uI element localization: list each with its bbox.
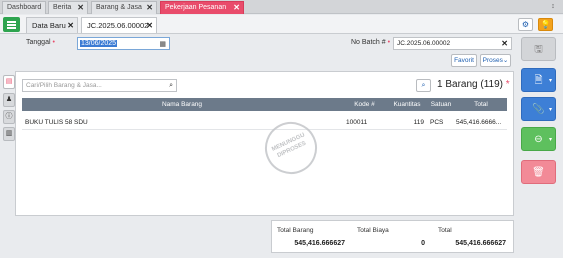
top-tab-bar: Dashboard Berita ✕ Barang & Jasa ✕ Pekerja…: [0, 0, 563, 14]
gear-icon: ⚙: [521, 20, 530, 29]
lightbulb-icon: 💡: [540, 20, 551, 29]
item-count: 1 Barang (119) *: [437, 79, 510, 90]
tab-label: Data Baru: [32, 21, 66, 30]
item-search-button[interactable]: ⌕: [416, 79, 431, 92]
cell-satuan: PCS: [430, 119, 444, 126]
date-value: 13/06/2025: [80, 40, 118, 47]
total-value: 545,416.666627: [455, 240, 506, 247]
total-biaya-label: Total Biaya: [357, 227, 389, 234]
more-icon: ⊖: [534, 134, 543, 145]
document-icon: ▤: [5, 78, 13, 85]
tanggal-label: Tanggal •: [26, 39, 55, 46]
close-icon[interactable]: ✕: [146, 18, 153, 33]
info-icon: ⓘ: [5, 113, 13, 120]
save-icon: 🖫: [534, 44, 543, 55]
total-label: Total: [438, 227, 452, 234]
document-icon: 🗎: [534, 75, 543, 86]
tab-item-personnel[interactable]: ♟: [3, 93, 15, 107]
table-row[interactable]: BUKU TULIS 58 SDU 100011 119 PCS 545,416…: [22, 116, 507, 130]
proses-label: Proses: [482, 57, 503, 64]
column-header-total[interactable]: Total: [455, 98, 507, 111]
tab-label: Dashboard: [7, 4, 42, 11]
menu-button[interactable]: [3, 17, 20, 32]
chevron-down-icon: ⌄: [502, 57, 509, 64]
cell-total: 545,416.6666...: [456, 119, 502, 126]
total-barang-label: Total Barang: [277, 227, 314, 234]
column-header-kuantitas[interactable]: Kuantitas: [387, 98, 427, 111]
column-header-kode[interactable]: Kode #: [342, 98, 387, 111]
column-header-nama[interactable]: Nama Barang: [22, 98, 342, 111]
search-icon: ⌕: [421, 82, 426, 89]
tab-pekerjaan-pesanan[interactable]: Pekerjaan Pesanan ✕: [160, 1, 244, 14]
trash-icon: 🗑: [532, 167, 545, 178]
chevron-down-icon: ▾: [548, 78, 552, 84]
batch-label: No Batch # •: [351, 39, 391, 46]
table-header: Nama Barang Kode # Kuantitas Satuan Tota…: [22, 98, 507, 111]
document-tab-bar: Data Baru ✕ JC.2025.06.00002 ✕ ⚙ 💡: [0, 15, 563, 34]
tab-label: Barang & Jasa: [96, 4, 142, 11]
tab-label: Berita: [53, 4, 72, 11]
item-search-input[interactable]: Cari/Pilih Barang & Jasa... ⌕: [22, 79, 177, 92]
close-icon[interactable]: ✕: [67, 18, 74, 33]
cell-kode: 100011: [346, 119, 368, 126]
search-icon[interactable]: ⌕: [169, 80, 173, 91]
clear-icon[interactable]: ✕: [501, 38, 508, 49]
document-menu-button[interactable]: 🗎 ▾: [521, 68, 556, 92]
tab-berita[interactable]: Berita ✕: [48, 1, 88, 14]
tab-dashboard[interactable]: Dashboard: [2, 1, 46, 14]
more-actions-button[interactable]: ⊖ ▾: [521, 127, 556, 151]
calendar-icon[interactable]: ▦: [159, 39, 166, 50]
delete-button[interactable]: 🗑: [521, 160, 556, 184]
cell-qty: 119: [413, 119, 424, 126]
close-icon[interactable]: ✕: [146, 2, 153, 14]
close-icon[interactable]: ✕: [233, 2, 240, 14]
totals-panel: Total Barang 545,416.666627 Total Biaya …: [271, 220, 514, 253]
tab-scroll-icon[interactable]: ↕: [547, 2, 559, 12]
paperclip-icon: 📎: [532, 104, 545, 115]
close-icon[interactable]: ✕: [77, 2, 84, 14]
settings-button[interactable]: ⚙: [518, 18, 533, 31]
batch-number-field[interactable]: JC.2025.06.00002 ✕: [393, 37, 512, 50]
tab-item-notes[interactable]: ▥: [3, 127, 15, 141]
column-header-satuan[interactable]: Satuan: [427, 98, 455, 111]
attachment-button[interactable]: 📎 ▾: [521, 97, 556, 121]
tab-data-baru[interactable]: Data Baru ✕: [26, 17, 78, 33]
chevron-down-icon: ▾: [548, 107, 552, 113]
favorit-button[interactable]: Favorit: [451, 54, 477, 67]
batch-value: JC.2025.06.00002: [397, 40, 451, 47]
save-button[interactable]: 🖫: [521, 37, 556, 61]
date-field[interactable]: 13/06/2025 ▦: [77, 37, 170, 50]
tab-label: JC.2025.06.00002: [87, 21, 149, 30]
total-biaya-value: 0: [421, 240, 425, 247]
total-barang-value: 545,416.666627: [294, 240, 345, 247]
tab-item-info[interactable]: ⓘ: [3, 110, 15, 124]
tab-barang-jasa[interactable]: Barang & Jasa ✕: [91, 1, 157, 14]
cell-nama: BUKU TULIS 58 SDU: [25, 119, 88, 126]
search-placeholder: Cari/Pilih Barang & Jasa...: [26, 82, 102, 89]
tab-job-order[interactable]: JC.2025.06.00002 ✕: [81, 17, 157, 33]
user-icon: ♟: [5, 96, 13, 103]
tab-item-detail[interactable]: ▤: [3, 75, 15, 89]
notes-icon: ▥: [5, 130, 13, 137]
proses-button[interactable]: Proses⌄: [480, 54, 511, 67]
chevron-down-icon: ▾: [548, 137, 552, 143]
tab-label: Pekerjaan Pesanan: [165, 4, 227, 11]
tips-button[interactable]: 💡: [538, 18, 553, 31]
